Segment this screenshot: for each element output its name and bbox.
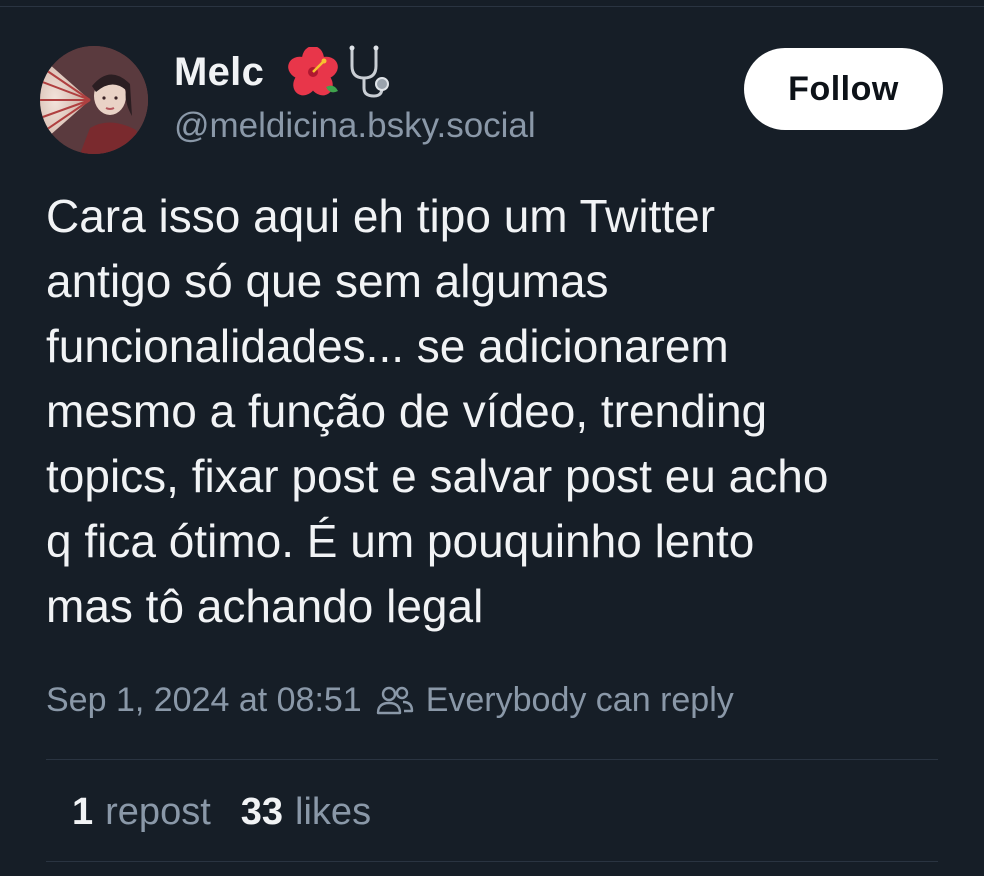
name-emojis xyxy=(286,44,394,105)
author-handle[interactable]: @meldicina.bsky.social xyxy=(174,106,536,146)
post-stats: 1 repost 33 likes xyxy=(72,789,371,835)
likes-label[interactable]: likes xyxy=(295,791,371,834)
post-timestamp[interactable]: Sep 1, 2024 at 08:51 xyxy=(46,681,362,720)
likes-count[interactable]: 33 xyxy=(241,791,283,834)
post-text: Cara isso aqui eh tipo um Twitter antigo… xyxy=(46,190,829,632)
reposts-count[interactable]: 1 xyxy=(72,791,93,834)
reply-setting: Everybody can reply xyxy=(425,680,734,719)
post-meta: Sep 1, 2024 at 08:51 Everybody can reply xyxy=(46,677,734,723)
avatar[interactable] xyxy=(40,46,148,154)
people-icon xyxy=(376,684,414,716)
stethoscope-emoji-icon xyxy=(344,44,394,105)
author-display-name[interactable]: Melc xyxy=(174,50,264,95)
divider xyxy=(46,759,938,760)
divider xyxy=(46,861,938,862)
follow-button[interactable]: Follow xyxy=(744,48,943,130)
top-border xyxy=(0,6,984,7)
reposts-label[interactable]: repost xyxy=(105,791,211,834)
hibiscus-emoji-icon xyxy=(286,45,340,102)
